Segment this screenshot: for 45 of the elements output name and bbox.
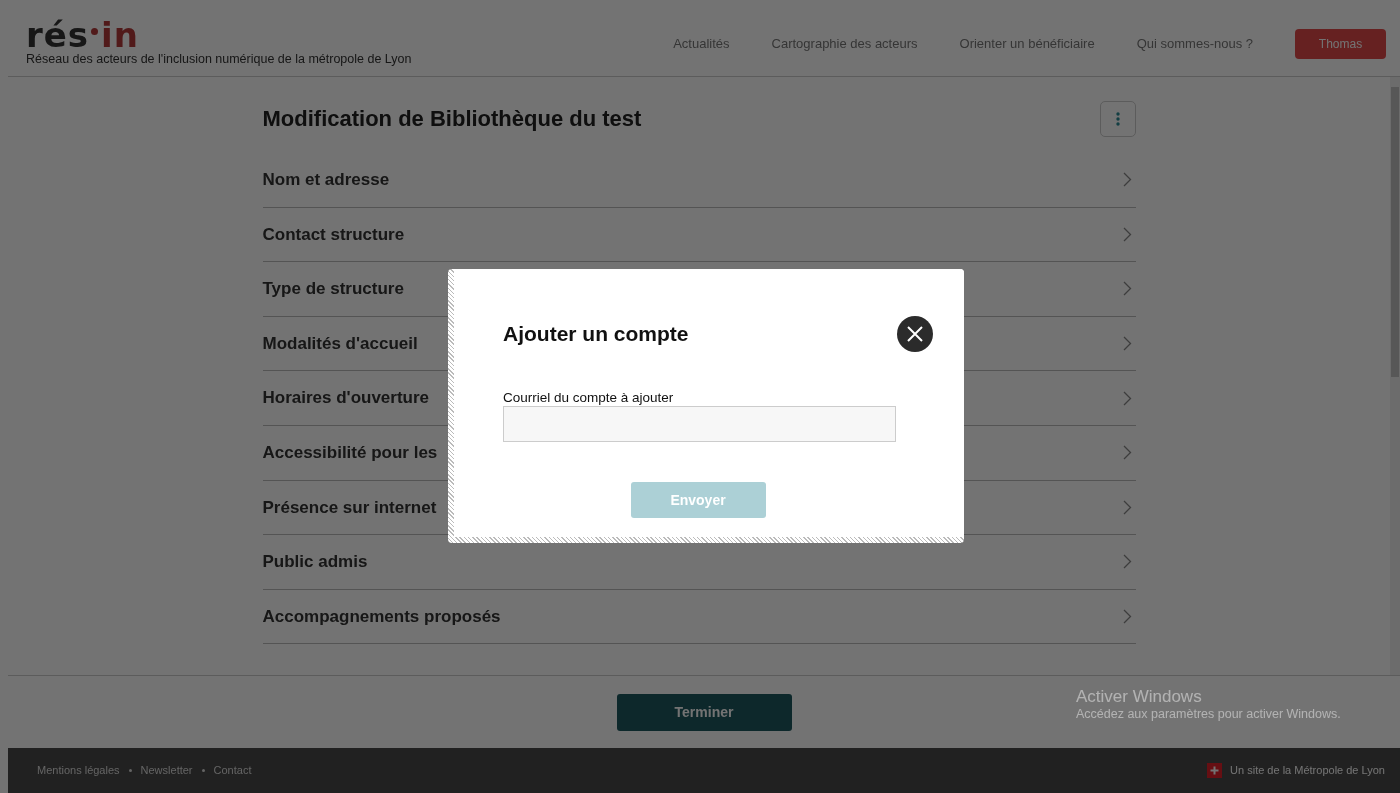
site-tagline: Réseau des acteurs de l'inclusion numérique de la métropole de Lyon (26, 50, 412, 68)
section-row[interactable]: Contact structure (262, 207, 1136, 263)
more-vertical-icon (1115, 112, 1120, 126)
more-options-button[interactable] (1099, 101, 1136, 137)
section-label: Public admis (262, 551, 368, 574)
section-label: Horaires d'ouverture (262, 387, 430, 410)
site-logo[interactable]: rés in (26, 19, 412, 50)
close-button[interactable] (897, 316, 933, 352)
chevron-right-icon (1122, 172, 1132, 188)
credit-text: Un site de la Métropole de Lyon (1230, 763, 1385, 779)
section-label: Présence sur internet (262, 496, 437, 519)
section-row[interactable]: Accompagnements proposés (262, 589, 1136, 645)
section-label: Accessibilité pour les (262, 442, 438, 464)
section-label: Nom et adresse (262, 169, 390, 192)
field-label: Courriel du compte à ajouter (503, 390, 675, 406)
nav-link[interactable]: Orienter un bénéficiaire (959, 34, 1095, 54)
section-label: Accompagnements proposés (262, 605, 501, 628)
chevron-right-icon (1122, 390, 1132, 406)
nav-link[interactable]: Cartographie des acteurs (771, 34, 918, 54)
bullet-icon (128, 769, 132, 772)
chevron-right-icon (1122, 554, 1132, 570)
chevron-right-icon (1122, 445, 1132, 461)
page-title: Modification de Bibliothèque du test (262, 105, 642, 133)
bullet-icon (201, 769, 205, 772)
section-label: Modalités d'accueil (262, 332, 418, 355)
section-label: Type de structure (262, 278, 404, 301)
section-row[interactable]: Nom et adresse (262, 153, 1136, 208)
chevron-right-icon (1122, 609, 1132, 625)
chevron-right-icon (1122, 499, 1132, 515)
os-notice-text: Accédez aux paramètres pour activer Windows. (1076, 707, 1341, 723)
footer-link[interactable]: Newsletter (140, 762, 193, 779)
chevron-right-icon (1122, 336, 1132, 352)
chevron-right-icon (1122, 226, 1132, 242)
user-button[interactable]: Thomas (1295, 29, 1386, 59)
close-icon (907, 326, 923, 342)
os-notice-title: Activer Windows (1076, 686, 1203, 708)
finish-button[interactable]: Terminer (616, 693, 792, 731)
section-label: Contact structure (262, 223, 405, 246)
nav-link[interactable]: Actualités (673, 34, 730, 54)
nav-link[interactable]: Qui sommes-nous ? (1136, 34, 1253, 54)
email-input-field[interactable] (503, 406, 896, 442)
modal-title: Ajouter un compte (503, 321, 689, 347)
chevron-right-icon (1122, 281, 1132, 297)
footer-link[interactable]: Contact (213, 762, 252, 779)
scrollbar[interactable] (1390, 77, 1400, 675)
